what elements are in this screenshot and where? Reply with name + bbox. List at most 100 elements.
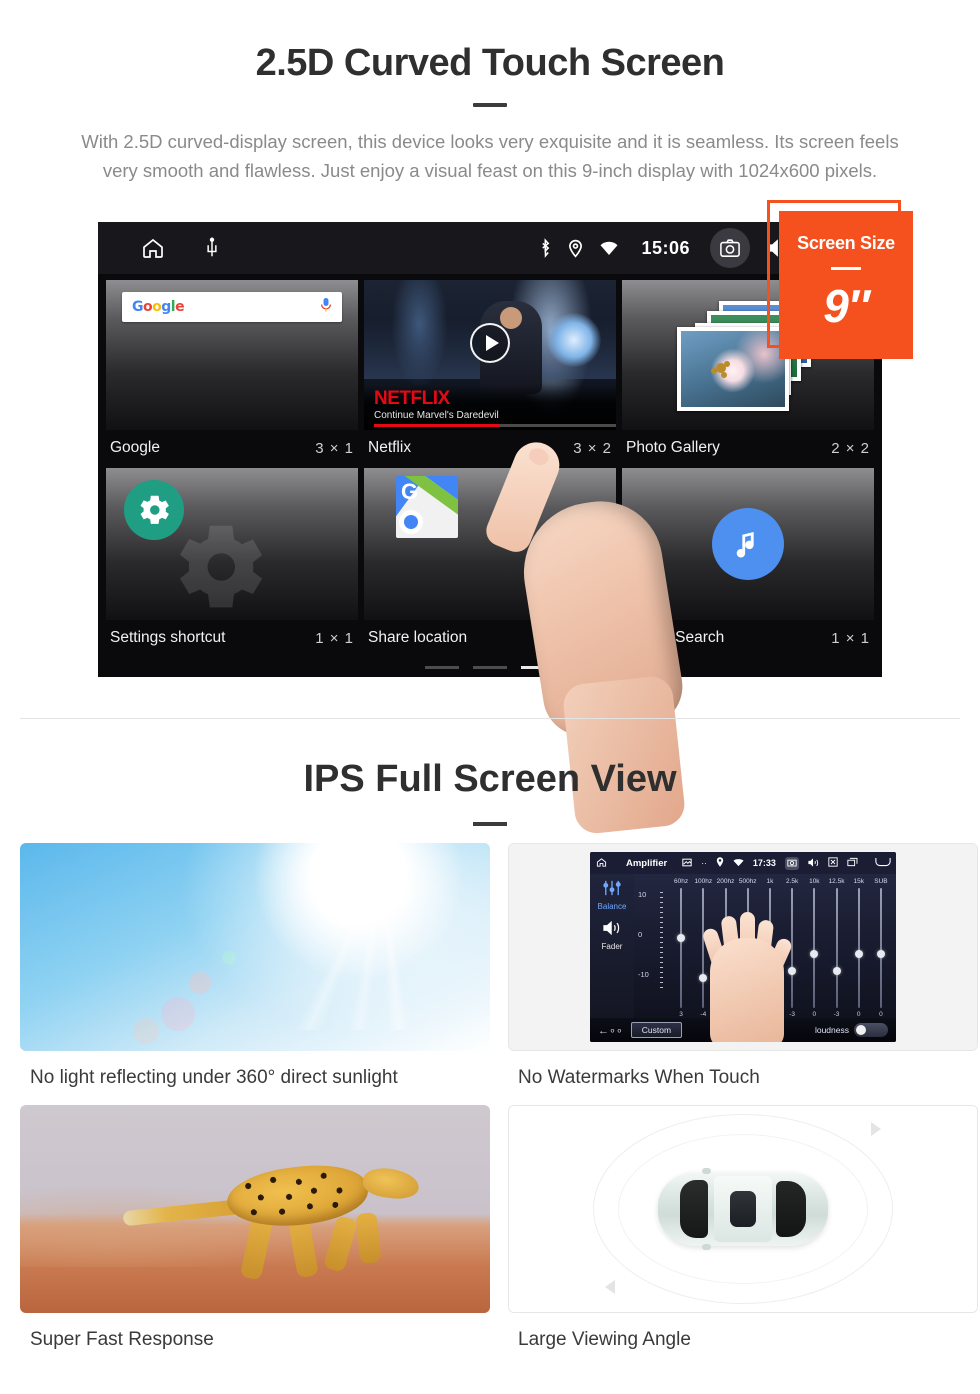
location-icon[interactable] (568, 239, 583, 258)
gear-watermark-icon (164, 512, 274, 620)
eq-band-labels: 60hz 100hz 200hz 500hz 1k 2.5k 10k 12.5k (670, 878, 892, 885)
card-caption: Super Fast Response (30, 1329, 214, 1350)
amp-title: Amplifier (626, 857, 668, 869)
amplifier-screen: Amplifier ·· 17:33 Balance Fader 60hz 10… (590, 852, 896, 1042)
location-icon[interactable] (716, 857, 724, 869)
google-search-widget[interactable]: Google (106, 280, 358, 430)
eq-value: -3 (789, 1011, 795, 1018)
eq-slider (670, 888, 692, 1008)
eq-scale-value: 10 (638, 890, 647, 899)
eq-slider (692, 888, 714, 1008)
status-time: 15:06 (641, 237, 690, 258)
eq-slider (759, 888, 781, 1008)
eq-value: 0 (723, 1011, 728, 1018)
share-location-widget[interactable]: G (364, 468, 616, 620)
more-icon[interactable]: ·· (701, 858, 707, 868)
amp-sidebar: Balance Fader (590, 874, 634, 1042)
settings-widget[interactable] (106, 468, 358, 620)
search-input[interactable]: Google (122, 292, 342, 322)
page-indicator[interactable] (98, 666, 882, 669)
widget-size: 3 × 2 (573, 439, 612, 457)
play-icon[interactable] (470, 323, 510, 363)
back-arrow-icon[interactable] (875, 857, 891, 869)
amp-status-bar: Amplifier ·· 17:33 (590, 852, 896, 874)
netflix-brand: NETFLIX (374, 388, 450, 409)
page-title: 2.5D Curved Touch Screen (255, 42, 725, 84)
eq-band-label: 12.5k (828, 878, 845, 885)
page-dot-3-active[interactable] (521, 666, 555, 669)
widget-label-row: Settings shortcut 1 × 1 (106, 620, 358, 658)
home-icon[interactable] (596, 857, 607, 870)
card-caption: Large Viewing Angle (518, 1329, 691, 1350)
sidebar-item-fader[interactable]: Fader (590, 920, 634, 951)
widget-name: Settings shortcut (110, 629, 226, 646)
eq-value: 0 (812, 1011, 817, 1018)
card-row-1: No light reflecting under 360° direct su… (20, 843, 978, 1105)
running-cheetah-photo (20, 1105, 490, 1313)
home-icon[interactable] (140, 236, 166, 260)
wifi-icon[interactable] (733, 858, 744, 869)
eq-band-label: 15k (853, 878, 864, 885)
netflix-widget[interactable]: NETFLIX Continue Marvel's Daredevil (364, 280, 616, 430)
widget-share-location[interactable]: G Share location 1 × 1 (364, 468, 616, 658)
widget-size: 3 × 1 (315, 439, 354, 457)
eq-band-label: 10k (809, 878, 820, 885)
widget-name: Netflix (368, 439, 412, 456)
usb-icon[interactable] (204, 237, 220, 259)
preset-button[interactable]: Custom (630, 1022, 683, 1038)
camera-icon[interactable] (784, 856, 799, 870)
netflix-subtitle: Continue Marvel's Daredevil (374, 410, 499, 421)
eq-value: 0 (879, 1011, 883, 1018)
eq-sliders[interactable] (670, 888, 892, 1008)
back-icon[interactable]: ←∘∘ (598, 1024, 623, 1037)
widget-settings-shortcut[interactable]: Settings shortcut 1 × 1 (106, 468, 358, 658)
sidebar-item-balance[interactable]: Balance (590, 880, 634, 911)
widget-google[interactable]: Google Google 3 × 1 (106, 280, 358, 468)
eq-value: 3 (679, 1011, 683, 1018)
widget-name: Share location (368, 629, 468, 646)
section2-rule (473, 822, 507, 826)
gallery-icon[interactable] (682, 858, 692, 869)
page-dot-2[interactable] (473, 666, 507, 669)
widget-size: 1 × 1 (315, 629, 354, 647)
eq-band-label: 500hz (738, 878, 757, 885)
page-dot-1[interactable] (425, 666, 459, 669)
widget-name: Sound Search (626, 629, 725, 646)
volume-icon[interactable] (808, 857, 819, 869)
widget-netflix[interactable]: NETFLIX Continue Marvel's Daredevil Netf… (364, 280, 616, 468)
eq-value: -3 (833, 1011, 840, 1018)
sound-search-widget[interactable] (622, 468, 874, 620)
widget-row-1: Google Google 3 × 1 NETFLIX Continue Mar… (106, 280, 874, 468)
recents-icon[interactable] (847, 857, 858, 869)
widget-label-row: Netflix 3 × 2 (364, 430, 616, 468)
widget-sound-search[interactable]: Sound Search 1 × 1 (622, 468, 874, 658)
bluetooth-icon[interactable] (539, 238, 552, 258)
eq-scale-value: -10 (638, 970, 649, 979)
loudness-label: loudness (814, 1025, 849, 1035)
eq-slider (714, 888, 736, 1008)
eq-scale-ticks (660, 892, 663, 988)
close-icon[interactable] (828, 857, 838, 869)
loudness-toggle[interactable] (854, 1023, 888, 1037)
android-widget-picker-screenshot: 15:06 Google Google 3 × 1 NETFLIX Contin… (98, 222, 882, 836)
widget-label-row: Sound Search 1 × 1 (622, 620, 874, 658)
section1-description: With 2.5D curved-display screen, this de… (81, 131, 899, 181)
eq-band-label: 1k (766, 878, 774, 885)
widget-label-row: Photo Gallery 2 × 2 (622, 430, 874, 468)
screen-size-badge: Screen Size 9″ (779, 211, 913, 359)
card-caption: No Watermarks When Touch (518, 1067, 760, 1088)
eq-slider (848, 888, 870, 1008)
section-divider (20, 718, 960, 719)
mic-icon[interactable] (320, 297, 332, 318)
widget-size: 2 × 2 (831, 439, 870, 457)
camera-icon[interactable] (710, 228, 750, 268)
amp-footer: ←∘∘ Custom loudness (590, 1018, 896, 1042)
android-screen: 15:06 Google Google 3 × 1 NETFLIX Contin… (98, 222, 882, 677)
wifi-icon[interactable] (599, 240, 619, 256)
section2-title: IPS Full Screen View (303, 758, 677, 800)
eq-value: -4 (700, 1011, 707, 1018)
widget-size: 1 × 1 (831, 629, 870, 647)
eq-band-label: 200hz (716, 878, 735, 885)
car-top-view (658, 1168, 828, 1250)
android-status-bar: 15:06 (98, 222, 882, 274)
